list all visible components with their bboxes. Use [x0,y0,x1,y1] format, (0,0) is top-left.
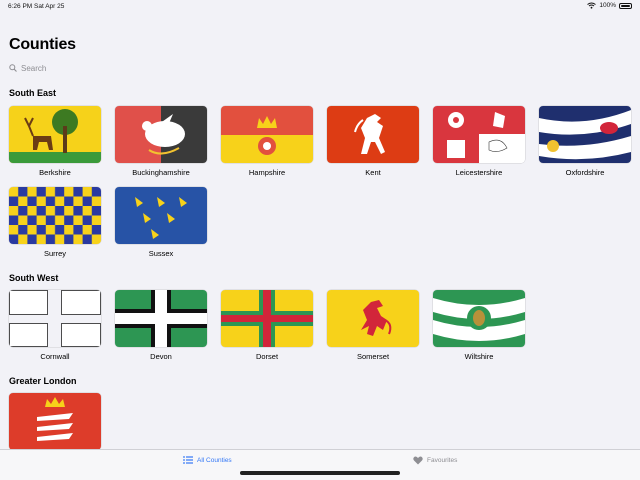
tab-bar: All Counties Favourites [0,449,640,480]
county-oxfordshire[interactable]: Oxfordshire [539,106,631,177]
county-name: Buckinghamshire [132,168,190,177]
county-somerset[interactable]: Somerset [327,290,419,361]
heart-icon [413,456,423,465]
section-title-south-west: South West [9,273,59,283]
sussex-flag [115,187,207,244]
page-title: Counties [9,36,76,53]
county-name: Devon [150,352,172,361]
county-hampshire[interactable]: Hampshire [221,106,313,177]
search-input[interactable]: Search [9,61,46,75]
status-date: Sat Apr 25 [34,3,65,10]
county-name: Hampshire [248,168,286,177]
tab-all-counties[interactable]: All Counties [183,456,232,464]
county-buckinghamshire[interactable]: Buckinghamshire [115,106,207,177]
county-cornwall[interactable]: Cornwall [9,290,101,361]
wiltshire-flag [433,290,525,347]
surrey-flag [9,187,101,244]
somerset-flag [327,290,419,347]
kent-flag [327,106,419,163]
cornwall-flag [9,290,101,347]
county-name: Sussex [148,249,174,258]
hampshire-flag [221,106,313,163]
county-leicestershire[interactable]: Leicestershire [433,106,525,177]
oxfordshire-flag [539,106,631,163]
status-bar: 6:26 PM Sat Apr 25 100% [0,0,640,12]
berkshire-flag [9,106,101,163]
county-name: Leicestershire [455,168,503,177]
battery-icon [619,2,632,9]
county-surrey[interactable]: Surrey [9,187,101,258]
county-berkshire[interactable]: Berkshire [9,106,101,177]
county-kent[interactable]: Kent [327,106,419,177]
battery-percent: 100% [599,2,616,9]
list-icon [183,456,193,464]
buckinghamshire-flag [115,106,207,163]
county-name: Kent [365,168,381,177]
tab-label: All Counties [197,456,232,464]
county-name: Somerset [356,352,390,361]
tab-label: Favourites [427,457,458,464]
county-devon[interactable]: Devon [115,290,207,361]
tab-favourites[interactable]: Favourites [413,456,457,465]
devon-flag [115,290,207,347]
search-placeholder: Search [21,63,47,73]
county-name: Wiltshire [464,352,494,361]
county-sussex[interactable]: Sussex [115,187,207,258]
status-time: 6:26 PM [8,3,33,10]
county-name: Cornwall [40,352,70,361]
dorset-flag [221,290,313,347]
section-title-south-east: South East [9,88,57,98]
county-name: Dorset [255,352,279,361]
home-indicator[interactable] [240,471,400,475]
county-wiltshire[interactable]: Wiltshire [433,290,525,361]
county-name: Oxfordshire [565,168,605,177]
leicestershire-flag [433,106,525,163]
status-right: 100% [587,2,632,9]
middlesex-flag [9,393,101,450]
search-icon [9,64,17,72]
wifi-icon [587,2,597,9]
county-middlesex[interactable] [9,393,101,450]
county-dorset[interactable]: Dorset [221,290,313,361]
county-name: Berkshire [39,168,71,177]
section-title-greater-london: Greater London [9,376,77,386]
county-name: Surrey [43,249,67,258]
